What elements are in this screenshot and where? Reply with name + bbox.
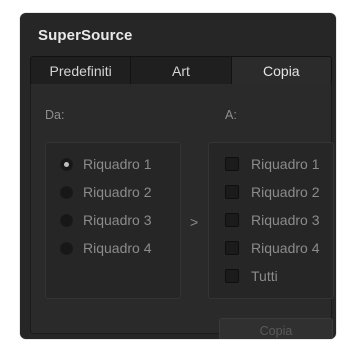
from-option-riquadro-1[interactable]: Riquadro 1 bbox=[60, 153, 152, 175]
to-option-riquadro-4[interactable]: Riquadro 4 bbox=[225, 237, 320, 259]
from-option-riquadro-4[interactable]: Riquadro 4 bbox=[60, 237, 152, 259]
to-option-label: Riquadro 2 bbox=[251, 184, 320, 200]
tab-copia[interactable]: Copia bbox=[231, 57, 331, 84]
supersource-panel: SuperSource Predefiniti Art Copia Da: A:… bbox=[20, 13, 336, 339]
checkbox-icon[interactable] bbox=[225, 157, 239, 171]
to-label: A: bbox=[225, 108, 237, 122]
checkbox-icon[interactable] bbox=[225, 185, 239, 199]
from-option-label: Riquadro 2 bbox=[83, 184, 152, 200]
radio-selected-icon[interactable] bbox=[60, 157, 73, 171]
from-option-riquadro-2[interactable]: Riquadro 2 bbox=[60, 181, 152, 203]
to-option-label: Riquadro 1 bbox=[251, 156, 320, 172]
panel-title: SuperSource bbox=[38, 27, 133, 44]
from-list: Riquadro 1 Riquadro 2 Riquadro 3 Riquadr… bbox=[45, 142, 181, 299]
chevron-right-icon: > bbox=[190, 214, 199, 230]
checkbox-icon[interactable] bbox=[225, 269, 239, 283]
to-option-label: Tutti bbox=[251, 268, 278, 284]
to-option-riquadro-1[interactable]: Riquadro 1 bbox=[225, 153, 320, 175]
radio-icon[interactable] bbox=[60, 185, 73, 199]
radio-icon[interactable] bbox=[60, 241, 73, 255]
from-option-label: Riquadro 1 bbox=[83, 156, 152, 172]
to-list: Riquadro 1 Riquadro 2 Riquadro 3 Riquadr… bbox=[208, 142, 334, 299]
to-option-riquadro-2[interactable]: Riquadro 2 bbox=[225, 181, 320, 203]
from-option-label: Riquadro 3 bbox=[83, 212, 152, 228]
copy-button[interactable]: Copia bbox=[219, 318, 333, 339]
tab-art[interactable]: Art bbox=[131, 57, 232, 84]
to-option-label: Riquadro 4 bbox=[251, 240, 320, 256]
to-option-riquadro-3[interactable]: Riquadro 3 bbox=[225, 209, 320, 231]
tab-bar: Predefiniti Art Copia bbox=[30, 56, 332, 85]
checkbox-icon[interactable] bbox=[225, 241, 239, 255]
copy-tab-content: Da: A: Riquadro 1 Riquadro 2 Riquadro 3 … bbox=[30, 84, 334, 339]
to-option-tutti[interactable]: Tutti bbox=[225, 265, 278, 287]
from-option-riquadro-3[interactable]: Riquadro 3 bbox=[60, 209, 152, 231]
tab-predefiniti[interactable]: Predefiniti bbox=[31, 57, 132, 84]
radio-icon[interactable] bbox=[60, 213, 73, 227]
to-option-label: Riquadro 3 bbox=[251, 212, 320, 228]
from-label: Da: bbox=[45, 108, 65, 122]
checkbox-icon[interactable] bbox=[225, 213, 239, 227]
from-option-label: Riquadro 4 bbox=[83, 240, 152, 256]
